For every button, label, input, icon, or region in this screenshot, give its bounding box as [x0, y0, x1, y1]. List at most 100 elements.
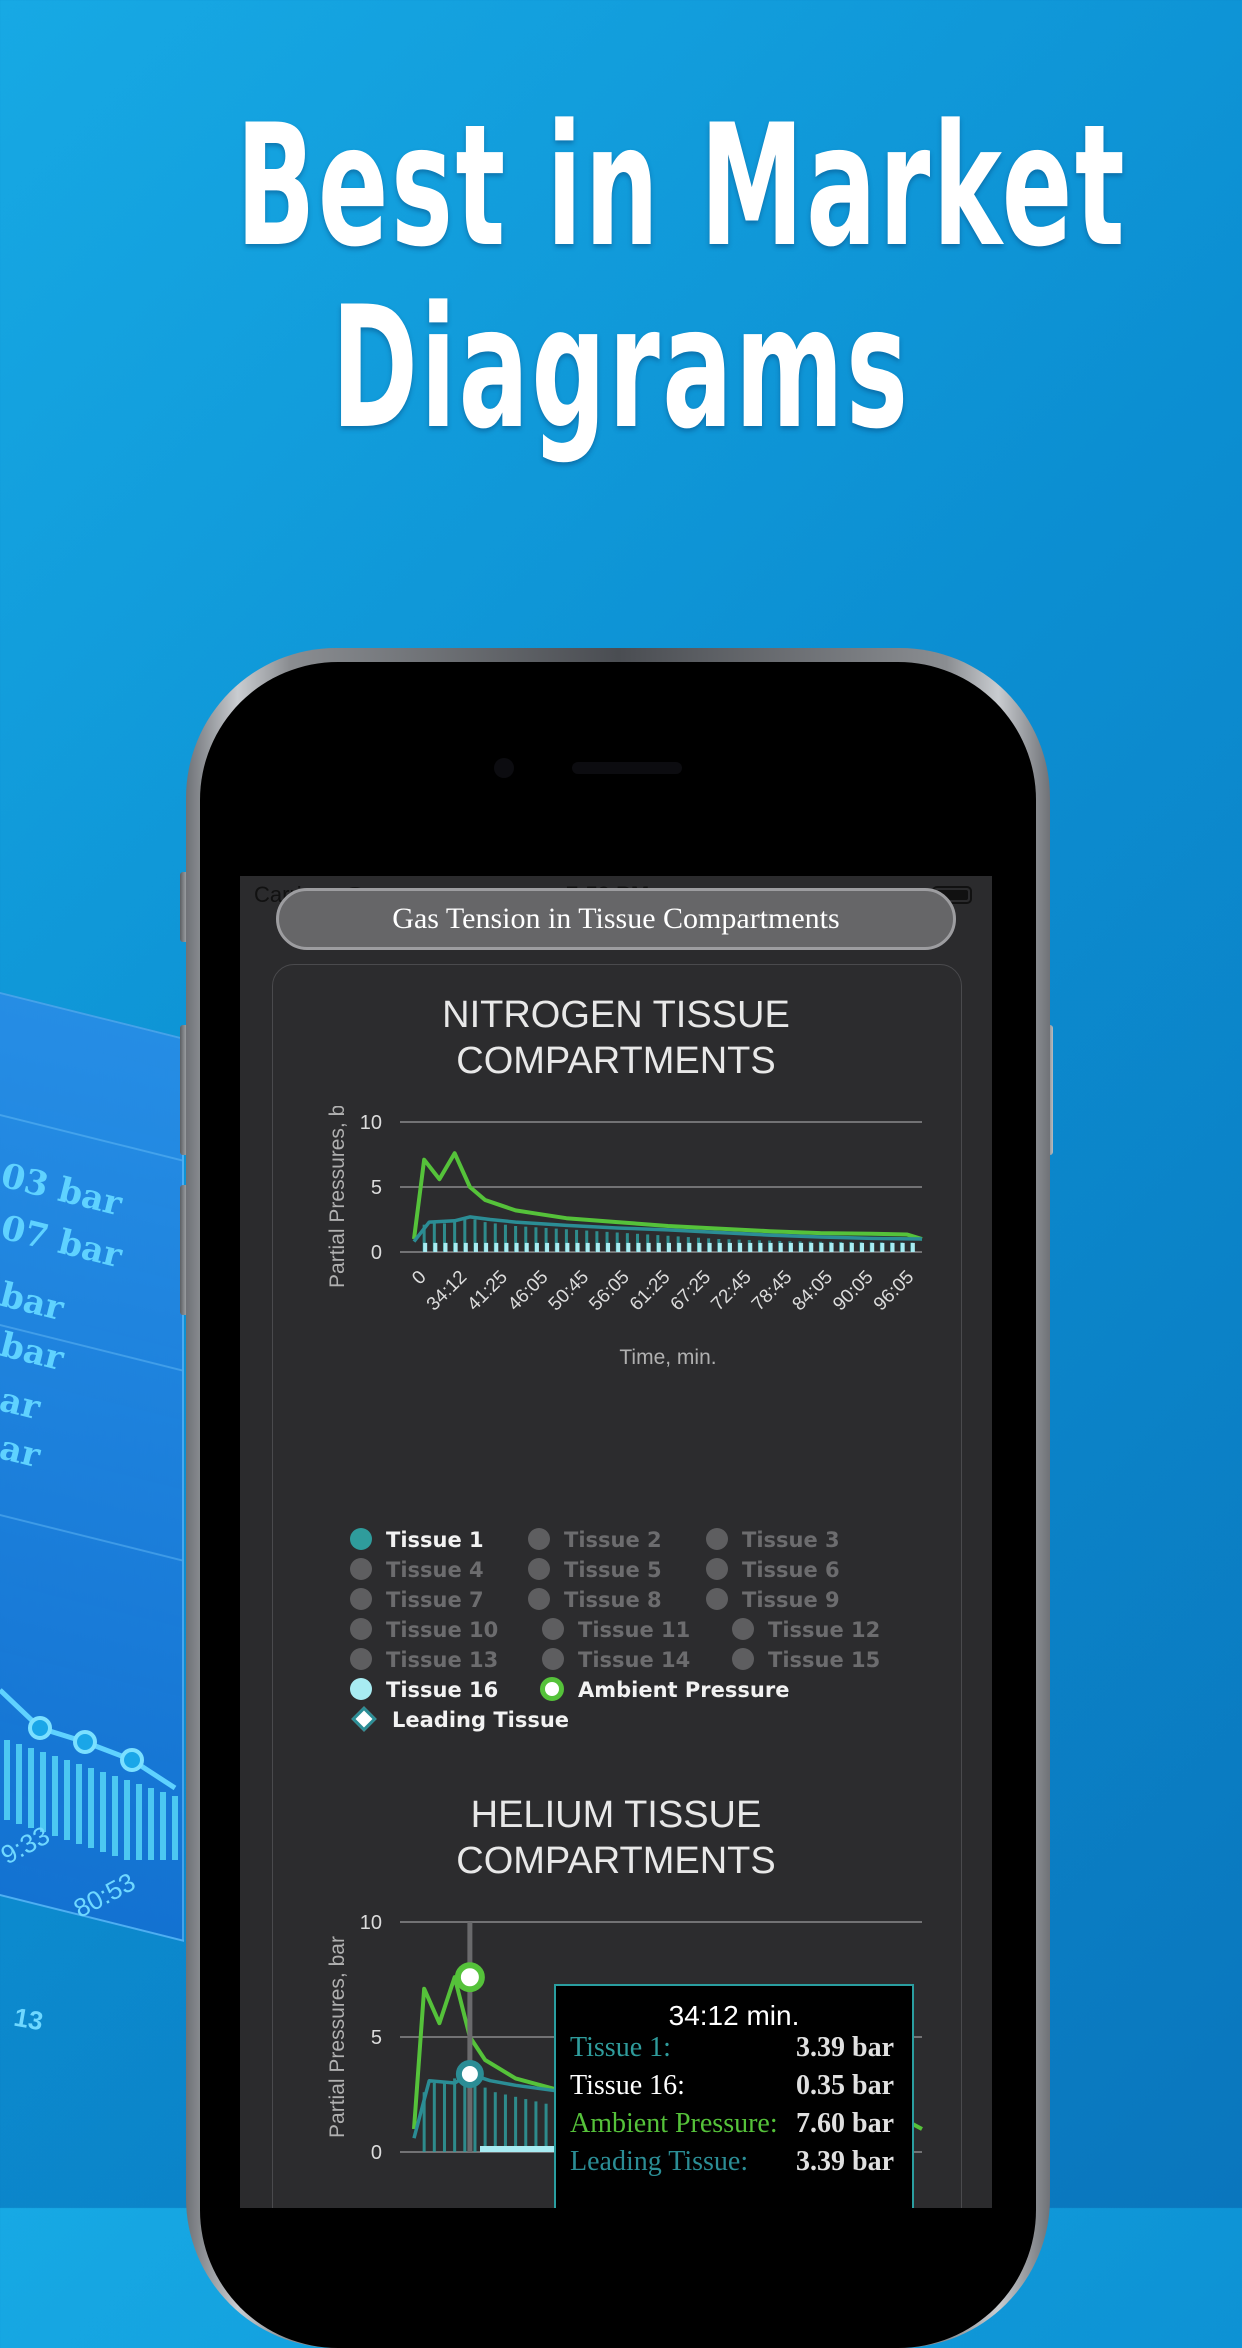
tissue-16-bar: [575, 1242, 580, 1252]
y-axis-label: Partial Pressures, bar: [326, 1106, 349, 1288]
legend-marker-icon: [706, 1528, 728, 1550]
legend-marker-icon: [528, 1558, 550, 1580]
tissue-16-bar: [555, 1242, 560, 1252]
legend-item-tissue-10[interactable]: Tissue 10: [350, 1618, 498, 1642]
legend-item-tissue-6[interactable]: Tissue 6: [706, 1558, 840, 1582]
tissue-16-bar: [738, 1242, 743, 1252]
tooltip-key: Tissue 1:: [570, 2032, 671, 2063]
ambient-pressure-marker[interactable]: [454, 1962, 485, 1993]
headline-line-1: Best in Market: [235, 88, 1128, 284]
y-tick-label: 5: [371, 1177, 382, 1199]
tissue-1-bar: [503, 2094, 507, 2152]
chart-title-line: NITROGEN TISSUE: [442, 994, 790, 1036]
legend-marker-icon: [350, 1618, 372, 1640]
x-tick-label: 56:05: [585, 1267, 633, 1315]
legend-label: Tissue 7: [386, 1588, 484, 1612]
legend-item-tissue-4[interactable]: Tissue 4: [350, 1558, 484, 1582]
legend-item-tissue-5[interactable]: Tissue 5: [528, 1558, 662, 1582]
chart-tooltip: 34:12 min. Tissue 1: 3.39 bar Tissue 16: 0.…: [554, 1984, 914, 2208]
tissue-16-bar: [677, 1242, 682, 1252]
tissue-1-bar: [432, 2083, 436, 2152]
tooltip-rows: Tissue 1: 3.39 bar Tissue 16: 0.35 bar Ambie…: [556, 2032, 912, 2184]
legend-item-tissue-15[interactable]: Tissue 15: [732, 1648, 880, 1672]
x-tick-label: 0: [408, 1267, 430, 1289]
phone-screen: Carrier 7:59 PM Gas Tension in Tissue Co…: [240, 876, 992, 2208]
tooltip-row: Ambient Pressure: 7.60 bar: [556, 2108, 912, 2146]
legend-item-tissue-2[interactable]: Tissue 2: [528, 1528, 662, 1552]
legend-item-tissue-14[interactable]: Tissue 14: [542, 1648, 690, 1672]
tissue-16-bar: [595, 1242, 600, 1252]
legend-label: Tissue 10: [386, 1618, 499, 1642]
tissue-1-bar: [483, 2087, 487, 2152]
legend-item-tissue-12[interactable]: Tissue 12: [732, 1618, 880, 1642]
legend-label: Tissue 11: [578, 1618, 691, 1642]
legend-label: Tissue 8: [564, 1588, 662, 1612]
tissue-16-bar: [616, 1242, 621, 1252]
legend-label: Tissue 13: [386, 1648, 499, 1672]
y-tick-label: 5: [371, 2027, 382, 2049]
background-point: [28, 1716, 52, 1740]
headline-line-2: Diagrams: [331, 270, 911, 466]
legend-item-tissue-13[interactable]: Tissue 13: [350, 1648, 498, 1672]
tissue-16-bar: [788, 1242, 793, 1252]
legend-label: Tissue 9: [742, 1588, 840, 1612]
y-tick-label: 0: [371, 1242, 382, 1264]
chart-title-line: COMPARTMENTS: [456, 1840, 776, 1882]
speaker-grille: [572, 762, 682, 774]
legend-marker-icon: [350, 1678, 372, 1700]
legend-label: Tissue 4: [386, 1558, 484, 1582]
nitrogen-tissue-chart[interactable]: 0510Partial Pressures, bar 034:1241:2546:…: [240, 1106, 992, 1376]
legend-item-tissue-8[interactable]: Tissue 8: [528, 1588, 662, 1612]
legend-marker-icon: [528, 1588, 550, 1610]
x-tick-label: 46:05: [504, 1267, 552, 1315]
tissue-16-bar: [819, 1242, 824, 1252]
tissue-16-bar: [758, 1242, 763, 1252]
legend-marker-icon: [350, 1588, 372, 1610]
x-tick-label: 72:45: [707, 1267, 755, 1315]
tissue-16-bar: [423, 1242, 428, 1252]
y-tick-label: 0: [371, 2142, 382, 2164]
chart-title-line: HELIUM TISSUE: [470, 1794, 762, 1836]
legend-label: Tissue 5: [564, 1558, 662, 1582]
tooltip-time: 34:12 min.: [668, 2000, 800, 2031]
legend-item-tissue-7[interactable]: Tissue 7: [350, 1588, 484, 1612]
tissue-16-bar: [829, 1242, 834, 1252]
ambient-pressure-line: [412, 1151, 923, 1241]
tissue-16-bar: [453, 1242, 458, 1252]
tooltip-key: Tissue 16:: [570, 2070, 685, 2101]
tissue-16-bar: [524, 1242, 529, 1252]
legend-item-tissue-9[interactable]: Tissue 9: [706, 1588, 840, 1612]
legend-label: Tissue 16: [386, 1678, 499, 1702]
tooltip-key: Ambient Pressure:: [570, 2108, 778, 2139]
legend-item-ambient-pressure[interactable]: Ambient Pressure: [540, 1677, 789, 1702]
tissue-1-bar: [534, 2101, 538, 2152]
background-divider: [0, 1084, 182, 1162]
leading-tissue-marker[interactable]: [455, 2060, 484, 2089]
legend-item-tissue-11[interactable]: Tissue 11: [542, 1618, 690, 1642]
tissue-16-bar: [707, 1242, 712, 1252]
legend-label: Leading Tissue: [392, 1708, 570, 1732]
background-point: [73, 1730, 97, 1754]
y-axis-label: Partial Pressures, bar: [326, 1936, 349, 2138]
legend-marker-icon: [528, 1528, 550, 1550]
tissue-16-bar: [860, 1242, 865, 1252]
legend-marker-icon: [350, 1648, 372, 1670]
legend-item-leading-tissue[interactable]: Leading Tissue: [350, 1706, 570, 1732]
legend-marker-icon: [350, 1558, 372, 1580]
legend-item-tissue-1[interactable]: Tissue 1: [350, 1528, 484, 1552]
x-tick-label: 84:05: [789, 1267, 837, 1315]
legend-label: Tissue 12: [768, 1618, 881, 1642]
tissue-16-bar: [463, 1242, 468, 1252]
legend-item-tissue-3[interactable]: Tissue 3: [706, 1528, 840, 1552]
tissue-16-bar: [910, 1242, 915, 1252]
tissue-16-bar: [514, 1242, 519, 1252]
legend-label: Tissue 1: [386, 1528, 484, 1552]
tissue-16-bar: [646, 1242, 651, 1252]
legend-marker-icon: [540, 1677, 564, 1701]
tissue-16-bar: [727, 1242, 732, 1252]
legend-item-tissue-16[interactable]: Tissue 16: [350, 1678, 498, 1702]
y-tick-label: 10: [360, 1112, 382, 1134]
legend-marker-icon: [542, 1648, 564, 1670]
nav-title-bar: Gas Tension in Tissue Compartments: [276, 888, 956, 950]
nitrogen-chart-title: NITROGEN TISSUE COMPARTMENTS: [240, 992, 992, 1084]
